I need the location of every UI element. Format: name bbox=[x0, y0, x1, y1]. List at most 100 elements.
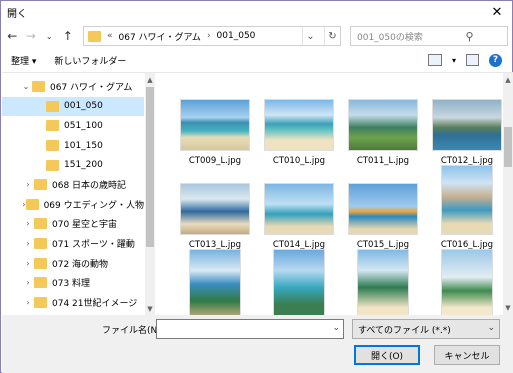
view-options-icon[interactable] bbox=[427, 54, 442, 66]
back-arrow-icon[interactable]: ← bbox=[5, 28, 20, 44]
nav-item-label: 051_100 bbox=[64, 120, 103, 131]
chevron-right-icon[interactable]: › bbox=[22, 278, 34, 287]
filetype-value: すべてのファイル (*.*) bbox=[358, 325, 451, 336]
scroll-up-icon[interactable]: ▲ bbox=[145, 75, 155, 85]
filetype-dropdown-icon[interactable]: ⌄ bbox=[487, 323, 495, 333]
nav-item[interactable]: › 074 21世紀イメージ bbox=[2, 293, 144, 313]
nav-item[interactable]: › 068 日本の歳時記 bbox=[2, 175, 144, 195]
nav-item[interactable]: 051_100 bbox=[2, 116, 144, 136]
nav-item-label: 101_150 bbox=[64, 140, 103, 151]
folder-icon bbox=[46, 120, 59, 132]
refresh-icon[interactable]: ↻ bbox=[324, 27, 340, 45]
chevron-right-icon[interactable]: › bbox=[22, 219, 34, 228]
scroll-up-icon[interactable]: ▲ bbox=[503, 75, 513, 85]
photo-thumbnail-icon[interactable] bbox=[441, 249, 493, 315]
folder-icon bbox=[34, 218, 47, 230]
photo-thumbnail-icon[interactable] bbox=[180, 183, 250, 235]
file-name: CT010_L.jpg bbox=[272, 156, 326, 166]
scroll-down-icon[interactable]: ▼ bbox=[145, 304, 155, 314]
file-tile[interactable] bbox=[173, 249, 257, 315]
breadcrumb-segment[interactable]: 067 ハワイ・グアム bbox=[119, 30, 201, 43]
filetype-select[interactable]: すべてのファイル (*.*) ⌄ bbox=[352, 319, 500, 339]
photo-thumbnail-icon[interactable] bbox=[357, 249, 409, 315]
dialog-footer: ファイル名(N): ⌄ すべてのファイル (*.*) ⌄ 開く(O) キャンセル bbox=[2, 315, 513, 373]
chevron-right-icon[interactable]: › bbox=[22, 259, 34, 268]
folder-icon bbox=[46, 100, 59, 112]
filename-dropdown-icon[interactable]: ⌄ bbox=[332, 323, 340, 333]
photo-thumbnail-icon[interactable] bbox=[441, 165, 493, 235]
file-tile[interactable] bbox=[257, 249, 341, 315]
file-name: CT011_L.jpg bbox=[356, 156, 410, 166]
file-view: CT009_L.jpg CT010_L.jpg CT011_L.jpg CT012_L… bbox=[155, 73, 513, 315]
nav-item-label: 151_200 bbox=[64, 160, 103, 171]
navigation-pane: ⌄ 067 ハワイ・グアム 001_050 051_100 101_150 151_200… bbox=[2, 73, 155, 316]
photo-thumbnail-icon[interactable] bbox=[264, 183, 334, 235]
nav-item-label: 068 日本の歳時記 bbox=[52, 181, 127, 192]
photo-thumbnail-icon[interactable] bbox=[180, 99, 250, 151]
photo-thumbnail-icon[interactable] bbox=[264, 99, 334, 151]
new-folder-button[interactable]: 新しいフォルダー bbox=[54, 54, 126, 67]
file-tile[interactable] bbox=[425, 249, 509, 315]
scroll-down-icon[interactable]: ▼ bbox=[503, 303, 513, 313]
nav-item-label: 067 ハワイ・グアム bbox=[50, 83, 133, 94]
nav-item[interactable]: 101_150 bbox=[2, 136, 144, 156]
organize-button[interactable]: 整理 ▾ bbox=[11, 54, 36, 67]
nav-item[interactable]: › 073 料理 bbox=[2, 273, 144, 293]
chevron-right-icon[interactable]: › bbox=[22, 298, 34, 307]
folder-icon bbox=[34, 179, 47, 191]
chevron-right-icon[interactable]: › bbox=[207, 31, 211, 41]
nav-item-label: 001_050 bbox=[64, 101, 103, 112]
filename-input[interactable]: ⌄ bbox=[156, 319, 344, 339]
nav-scroll-thumb[interactable] bbox=[146, 87, 154, 247]
folder-icon bbox=[32, 81, 45, 93]
search-input[interactable]: 001_050の検索 ⚲ bbox=[350, 26, 508, 46]
photo-thumbnail-icon[interactable] bbox=[348, 183, 418, 235]
file-tile[interactable]: CT009_L.jpg bbox=[173, 97, 257, 181]
nav-item[interactable]: › 069 ウエディング・人物 bbox=[2, 195, 144, 215]
breadcrumb-segment[interactable]: 001_050 bbox=[217, 31, 256, 41]
chevron-right-icon[interactable]: › bbox=[22, 180, 34, 189]
recent-locations-chevron-icon[interactable]: ⌄ bbox=[42, 28, 57, 44]
filename-label: ファイル名(N): bbox=[102, 326, 164, 336]
search-icon: ⚲ bbox=[465, 29, 474, 43]
files-scrollbar[interactable]: ▲ ▼ bbox=[503, 73, 513, 315]
file-tile[interactable]: CT010_L.jpg bbox=[257, 97, 341, 181]
chevron-down-icon[interactable]: ⌄ bbox=[20, 82, 32, 91]
file-tile[interactable]: CT011_L.jpg bbox=[341, 97, 425, 181]
folder-icon bbox=[88, 30, 101, 42]
window-title: 開く bbox=[7, 8, 27, 20]
title-bar: 開く ✕ bbox=[1, 1, 512, 23]
photo-thumbnail-icon[interactable] bbox=[432, 99, 502, 151]
nav-item[interactable]: 001_050 bbox=[2, 96, 144, 117]
chevron-right-icon[interactable]: › bbox=[22, 239, 34, 248]
nav-scrollbar[interactable]: ▲ ▼ bbox=[145, 73, 155, 316]
address-dropdown-icon[interactable]: ⌄ bbox=[302, 27, 318, 45]
photo-thumbnail-icon[interactable] bbox=[348, 99, 418, 151]
photo-thumbnail-icon[interactable] bbox=[189, 249, 241, 315]
open-button[interactable]: 開く(O) bbox=[354, 345, 420, 365]
overflow-chevron-icon[interactable]: « bbox=[107, 31, 113, 41]
file-tile[interactable] bbox=[341, 249, 425, 315]
folder-icon bbox=[46, 159, 59, 171]
file-grid: CT009_L.jpg CT010_L.jpg CT011_L.jpg CT012_L… bbox=[173, 97, 509, 315]
nav-item-label: 069 ウエディング・人物 bbox=[43, 200, 144, 211]
nav-item-label: 072 海の動物 bbox=[52, 259, 109, 270]
nav-item[interactable]: › 071 スポーツ・躍動 bbox=[2, 234, 144, 254]
folder-icon bbox=[34, 296, 47, 308]
preview-pane-icon[interactable] bbox=[466, 54, 479, 66]
address-bar[interactable]: « 067 ハワイ・グアム › 001_050 ⌄ ↻ bbox=[83, 26, 341, 46]
close-icon[interactable]: ✕ bbox=[482, 1, 512, 23]
help-icon[interactable]: ? bbox=[489, 53, 502, 67]
files-scroll-thumb[interactable] bbox=[504, 127, 512, 167]
nav-item[interactable]: › 072 海の動物 bbox=[2, 253, 144, 273]
forward-arrow-icon[interactable]: → bbox=[24, 28, 39, 44]
photo-thumbnail-icon[interactable] bbox=[273, 249, 325, 315]
folder-icon bbox=[34, 238, 47, 250]
view-dropdown-icon[interactable]: ▾ bbox=[452, 56, 456, 65]
cancel-button[interactable]: キャンセル bbox=[434, 345, 500, 365]
nav-item[interactable]: ⌄ 067 ハワイ・グアム bbox=[2, 77, 144, 97]
up-arrow-icon[interactable]: ↑ bbox=[61, 28, 76, 44]
nav-item[interactable]: › 070 星空と宇宙 bbox=[2, 214, 144, 234]
nav-item[interactable]: 151_200 bbox=[2, 155, 144, 175]
nav-item-label: 071 スポーツ・躍動 bbox=[52, 240, 135, 251]
